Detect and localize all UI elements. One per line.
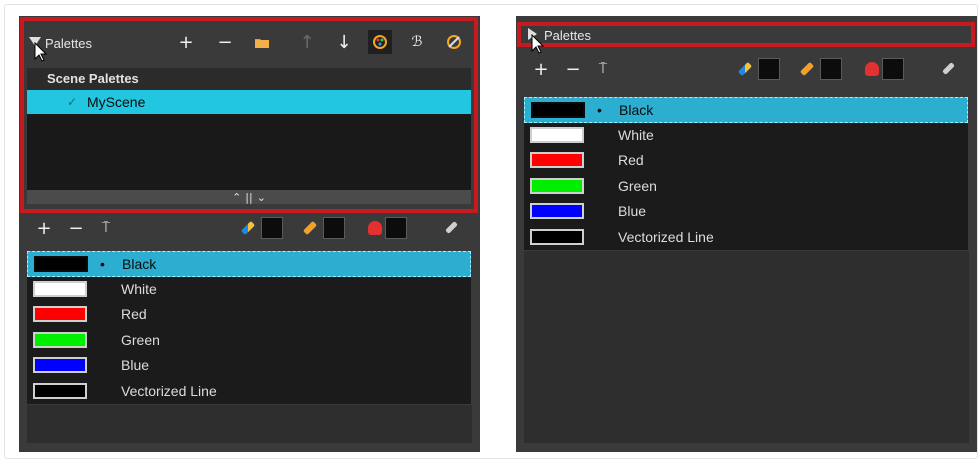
mouse-cursor-icon (34, 42, 48, 62)
color-row-red[interactable]: Red (27, 302, 471, 328)
paint-color-swatch[interactable] (882, 58, 904, 80)
color-name: Red (121, 306, 147, 322)
color-list: • Black White Red Green Blue Vectorized Line (27, 251, 471, 404)
color-list-empty-area (524, 251, 969, 443)
brush-tool-icon[interactable] (240, 220, 256, 236)
palettes-titlebar: Palettes + − ↑ ↓ ℬ (19, 16, 480, 68)
color-row-green[interactable]: Green (27, 328, 471, 354)
clone-color-icon[interactable]: ⍑ (95, 217, 117, 239)
color-list-empty-area (27, 405, 472, 443)
pencil-tool-icon[interactable] (302, 220, 318, 236)
color-row-white[interactable]: White (27, 277, 471, 303)
color-swatch (33, 382, 87, 399)
splitter-down-icon[interactable]: ⌄ (257, 191, 266, 204)
color-row-black[interactable]: • Black (27, 251, 471, 277)
remove-palette-icon[interactable]: − (213, 30, 237, 54)
color-swatch (33, 331, 87, 348)
palettes-panel-collapsed: Palettes + − ⍑ • Black White Red Green Blue Ve… (516, 16, 977, 452)
move-up-icon[interactable]: ↑ (295, 30, 319, 54)
color-list: • Black White Red Green Blue Vectorized Line (524, 97, 968, 250)
palette-check-icon: ✓ (67, 95, 78, 109)
palette-edit-icon[interactable] (368, 30, 392, 54)
paint-color-swatch[interactable] (385, 217, 407, 239)
brush-color-swatch[interactable] (261, 217, 283, 239)
add-color-icon[interactable]: + (33, 217, 55, 239)
colors-toolbar: + − ⍑ (19, 211, 480, 243)
palettes-title: Palettes (45, 36, 92, 51)
palettes-title: Palettes (544, 28, 591, 43)
splitter-sep: || (245, 190, 253, 204)
color-row-blue[interactable]: Blue (27, 353, 471, 379)
color-swatch (530, 203, 584, 219)
color-swatch (531, 102, 585, 118)
remove-color-icon[interactable]: − (65, 217, 87, 239)
brush-icon[interactable]: ℬ (405, 30, 429, 54)
palettes-panel-expanded: Palettes + − ↑ ↓ ℬ Scene Palettes ✓ MySc… (19, 16, 480, 452)
add-palette-icon[interactable]: + (174, 30, 198, 54)
color-name: Black (619, 102, 654, 118)
scene-palettes-list: Scene Palettes ✓ MyScene ⌃ || ⌄ (27, 68, 471, 204)
color-swatch (530, 228, 584, 245)
color-swatch (530, 177, 584, 194)
brush-tool-icon[interactable] (737, 61, 753, 77)
current-color-bullet: • (597, 102, 602, 118)
pencil-tool-icon[interactable] (799, 61, 815, 77)
add-color-icon[interactable]: + (530, 58, 552, 80)
colors-toolbar: + − ⍑ (516, 56, 977, 88)
color-swatch (34, 256, 88, 272)
color-name: Blue (121, 357, 150, 373)
color-swatch (33, 357, 87, 373)
color-row-red[interactable]: Red (524, 148, 968, 174)
folder-icon[interactable] (250, 30, 274, 54)
color-name: Vectorized Line (618, 228, 714, 245)
color-name: Red (618, 152, 644, 168)
palette-settings-icon[interactable] (442, 30, 466, 54)
mouse-cursor-icon (531, 34, 545, 54)
move-down-icon[interactable]: ↓ (332, 30, 356, 54)
scene-palettes-header: Scene Palettes (27, 68, 471, 90)
color-row-green[interactable]: Green (524, 174, 968, 200)
color-name: Green (121, 331, 160, 348)
splitter-up-icon[interactable]: ⌃ (232, 191, 241, 204)
clone-color-icon[interactable]: ⍑ (592, 58, 614, 80)
remove-color-icon[interactable]: − (562, 58, 584, 80)
dropper-icon[interactable] (942, 62, 955, 75)
paint-tool-icon[interactable] (865, 62, 879, 76)
panel-splitter[interactable]: ⌃ || ⌄ (27, 190, 471, 204)
color-swatch (530, 126, 584, 143)
brush-color-swatch[interactable] (758, 58, 780, 80)
dropper-icon[interactable] (445, 221, 458, 234)
pencil-color-swatch[interactable] (820, 58, 842, 80)
color-row-black[interactable]: • Black (524, 97, 968, 123)
color-swatch (530, 152, 584, 168)
scene-palette-item-myscene[interactable]: ✓ MyScene (27, 90, 471, 114)
color-swatch (33, 280, 87, 297)
color-name: Green (618, 177, 657, 194)
color-name: Black (122, 256, 157, 272)
color-row-vectorized-line[interactable]: Vectorized Line (524, 225, 968, 251)
paint-tool-icon[interactable] (368, 221, 382, 235)
color-name: Blue (618, 203, 647, 219)
pencil-color-swatch[interactable] (323, 217, 345, 239)
color-row-vectorized-line[interactable]: Vectorized Line (27, 379, 471, 405)
color-name: White (121, 280, 157, 297)
palette-name: MyScene (87, 94, 146, 110)
color-name: Vectorized Line (121, 382, 217, 399)
current-color-bullet: • (100, 256, 105, 272)
color-name: White (618, 126, 654, 143)
color-row-white[interactable]: White (524, 123, 968, 149)
color-row-blue[interactable]: Blue (524, 199, 968, 225)
color-swatch (33, 306, 87, 322)
